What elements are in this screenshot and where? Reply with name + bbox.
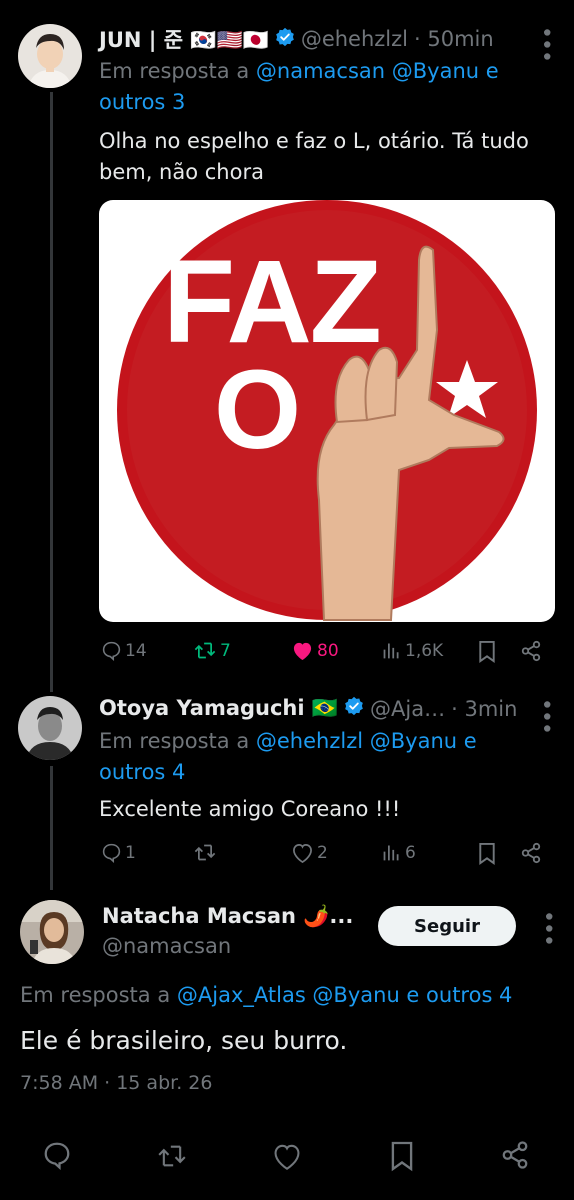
image-text-o: O (214, 347, 301, 472)
tweet-text: Excelente amigo Coreano !!! (99, 797, 401, 821)
views-button[interactable]: 1,6K (381, 640, 443, 661)
retweet-icon (158, 1145, 186, 1167)
like-icon (293, 642, 312, 661)
reply-prefix: Em resposta a (99, 59, 250, 83)
views-icon (383, 845, 399, 861)
like-button[interactable]: 80 (291, 640, 339, 661)
share-icon (521, 842, 541, 864)
avatar-jun[interactable] (18, 24, 82, 88)
views-icon (383, 643, 399, 659)
thread-line (50, 92, 53, 692)
share-button[interactable] (520, 842, 542, 864)
follow-button[interactable]: Seguir (378, 906, 516, 946)
retweet-count: 7 (220, 640, 231, 661)
reply-to: Em resposta a @Ajax_Atlas @Byanu e outro… (20, 980, 560, 1011)
main-bookmark-button[interactable] (389, 1140, 415, 1176)
handle[interactable]: @namacsan (102, 934, 231, 958)
reply-prefix: Em resposta a (20, 983, 171, 1007)
handle[interactable]: @Aja… (370, 697, 445, 721)
like-icon (274, 1144, 300, 1170)
tweet-text-line: Olha no espelho e faz o L, otário. Tá tu… (99, 129, 529, 153)
main-tweet-header: Natacha Macsan 🌶️... (102, 904, 353, 929)
tweet-text-line: bem, não chora (99, 160, 264, 184)
tweet-media-image[interactable]: FAZ O (99, 200, 555, 622)
display-name[interactable]: JUN | 준 🇰🇷🇺🇸🇯🇵 (99, 24, 269, 54)
display-name[interactable]: Natacha Macsan 🌶️... (102, 904, 353, 929)
like-count: 2 (317, 842, 328, 863)
reply-icon (102, 843, 121, 863)
retweet-icon (194, 844, 216, 861)
reply-to: Em resposta a @ehehzlzl @Byanu e outros … (99, 726, 529, 788)
more-icon[interactable]: ••• (533, 26, 558, 62)
bookmark-icon (479, 640, 495, 663)
bookmark-icon (391, 1141, 413, 1172)
retweet-button[interactable] (193, 842, 220, 863)
reply-to: Em resposta a @namacsan @Byanu e outros … (99, 56, 529, 118)
main-share-button[interactable] (500, 1140, 530, 1174)
thread-line (50, 766, 53, 890)
verified-icon (275, 27, 295, 52)
tweet-timestamp[interactable]: 7:58 AM · 15 abr. 26 (20, 1072, 212, 1094)
tweet1-header: JUN | 준 🇰🇷🇺🇸🇯🇵 @ehehzlzl · 50min (99, 24, 494, 54)
share-button[interactable] (520, 640, 542, 662)
tweet-text: Olha no espelho e faz o L, otário. Tá tu… (99, 126, 559, 188)
timestamp[interactable]: · 50min (414, 27, 494, 51)
more-icon[interactable]: ••• (533, 698, 558, 734)
share-icon (502, 1141, 528, 1169)
views-count: 6 (405, 842, 416, 863)
bookmark-button[interactable] (477, 640, 497, 663)
share-icon (521, 640, 541, 662)
views-count: 1,6K (405, 640, 444, 661)
avatar-image (20, 900, 84, 964)
main-reply-button[interactable] (42, 1140, 72, 1174)
main-retweet-button[interactable] (155, 1142, 189, 1174)
retweet-button[interactable]: 7 (193, 640, 231, 661)
avatar-otoya[interactable] (18, 696, 82, 760)
reply-mentions[interactable]: @Ajax_Atlas @Byanu e outros 4 (177, 983, 513, 1007)
display-name[interactable]: Otoya Yamaguchi 🇧🇷 (99, 696, 338, 721)
handle[interactable]: @ehehzlzl (301, 27, 408, 51)
reply-count: 1 (125, 842, 136, 863)
avatar-natacha[interactable] (20, 900, 84, 964)
timestamp[interactable]: · 3min (451, 697, 517, 721)
like-icon (293, 844, 312, 863)
retweet-icon (194, 642, 216, 659)
main-like-button[interactable] (271, 1142, 303, 1174)
tweet-text: Ele é brasileiro, seu burro. (20, 1026, 348, 1055)
views-button[interactable]: 6 (381, 842, 416, 863)
reply-button[interactable]: 1 (101, 842, 136, 863)
reply-count: 14 (125, 640, 147, 661)
tweet2-header: Otoya Yamaguchi 🇧🇷 @Aja… · 3min (99, 696, 517, 721)
verified-icon (344, 696, 364, 721)
avatar-image (18, 24, 82, 88)
more-icon[interactable]: ••• (535, 910, 560, 946)
reply-prefix: Em resposta a (99, 729, 250, 753)
like-count: 80 (317, 640, 339, 661)
reply-icon (102, 641, 121, 661)
bookmark-button[interactable] (477, 842, 497, 865)
like-button[interactable]: 2 (291, 842, 328, 863)
avatar-image (18, 696, 82, 760)
reply-icon (44, 1142, 70, 1171)
reply-button[interactable]: 14 (101, 640, 147, 661)
bookmark-icon (479, 842, 495, 865)
